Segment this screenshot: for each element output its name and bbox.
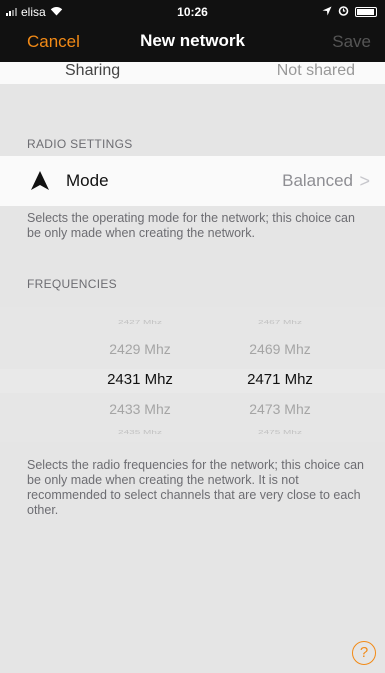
- status-right: [322, 5, 377, 19]
- picker-item[interactable]: 2473 Mhz: [210, 401, 350, 417]
- help-icon[interactable]: ?: [352, 641, 376, 665]
- picker-item-selected[interactable]: 2431 Mhz: [70, 371, 210, 388]
- picker-item[interactable]: 2469 Mhz: [210, 341, 350, 357]
- frequency-picker-left-column[interactable]: 2427 Mhz 2429 Mhz 2431 Mhz 2433 Mhz 2435…: [70, 307, 210, 442]
- frequencies-header: FREQUENCIES: [27, 277, 117, 291]
- picker-item[interactable]: 2433 Mhz: [70, 401, 210, 417]
- frequency-picker-right-column[interactable]: 2467 Mhz 2469 Mhz 2471 Mhz 2473 Mhz 2475…: [210, 307, 350, 442]
- mode-note: Selects the operating mode for the netwo…: [27, 211, 355, 240]
- frequencies-note: Selects the radio frequencies for the ne…: [27, 458, 364, 517]
- sharing-label: Sharing: [65, 62, 121, 79]
- frequency-picker[interactable]: 2427 Mhz 2429 Mhz 2431 Mhz 2433 Mhz 2435…: [0, 307, 385, 442]
- radio-settings-header: RADIO SETTINGS: [27, 137, 133, 151]
- nav-bar: Cancel New network Save: [0, 22, 385, 62]
- mode-label: Mode: [66, 171, 109, 190]
- status-bar: elisa 10:26: [0, 0, 385, 22]
- alarm-icon: [338, 5, 349, 19]
- mode-triangle-icon: [31, 171, 49, 195]
- chevron-right-icon: >: [359, 171, 370, 191]
- picker-item[interactable]: 2427 Mhz: [70, 319, 210, 325]
- battery-icon: [355, 7, 377, 17]
- sharing-value: Not shared: [276, 62, 355, 79]
- picker-item[interactable]: 2475 Mhz: [210, 429, 350, 435]
- mode-value: Balanced: [282, 171, 353, 190]
- picker-item[interactable]: 2429 Mhz: [70, 341, 210, 357]
- mode-row[interactable]: Mode Balanced >: [0, 156, 385, 206]
- picker-item-selected[interactable]: 2471 Mhz: [210, 371, 350, 388]
- header: elisa 10:26 Cancel New network Save: [0, 0, 385, 62]
- save-button[interactable]: Save: [332, 32, 371, 52]
- picker-item[interactable]: 2467 Mhz: [210, 319, 350, 325]
- page-title: New network: [140, 31, 245, 50]
- picker-item[interactable]: 2435 Mhz: [70, 429, 210, 435]
- location-arrow-icon: [322, 5, 332, 19]
